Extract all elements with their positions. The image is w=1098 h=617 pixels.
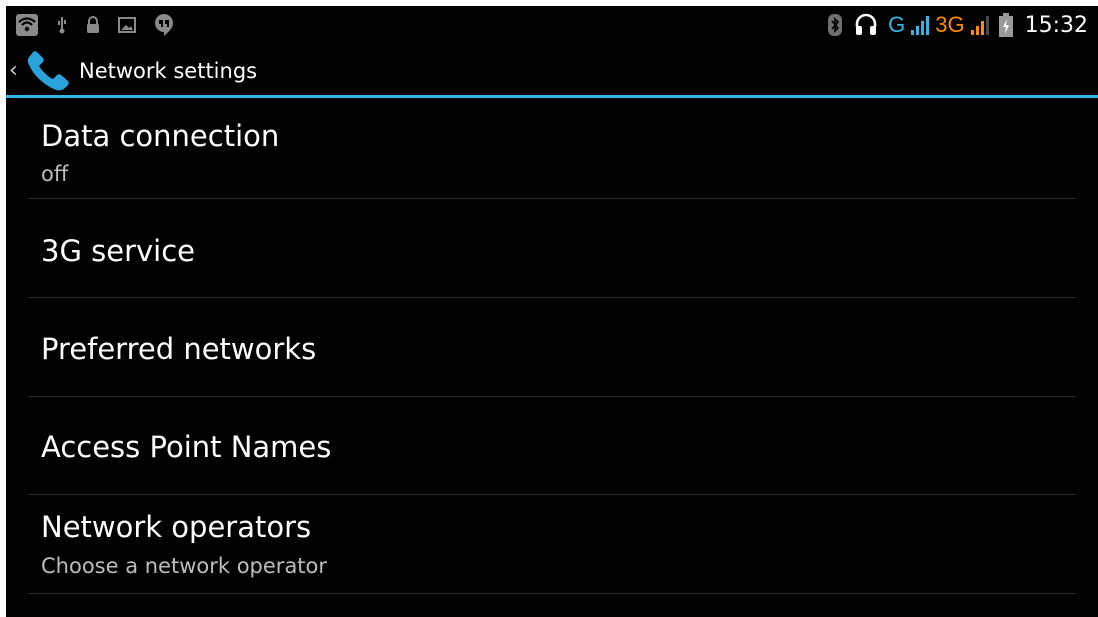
up-caret-icon[interactable]: ‹ [9,60,18,82]
signal-icon [970,14,989,36]
network-type-g: G [888,12,906,37]
image-icon [118,17,136,33]
signal-icon [911,14,930,36]
pref-title: 3G service [41,234,196,268]
wifi-icon [16,14,38,36]
pref-title: Preferred networks [41,332,317,366]
pref-title: Data connection [41,119,280,153]
usb-icon [56,15,68,35]
action-bar: ‹ Network settings [6,44,1098,98]
pref-summary: Choose a network operator [41,554,328,578]
clock: 15:32 [1024,12,1088,38]
lock-icon [86,16,100,34]
phone-icon[interactable] [24,50,72,99]
battery-icon [998,13,1013,37]
network-type-3g: 3G [935,12,965,37]
pref-summary: off [41,162,69,186]
preferred-networks-item[interactable]: Preferred networks [6,298,1098,397]
system-icons: G 3G 15:32 [828,10,1088,40]
status-bar: G 3G 15:32 [6,6,1098,44]
headset-icon [854,13,878,37]
pref-title: Access Point Names [41,430,332,464]
bluetooth-icon [828,14,843,36]
3g-service-item[interactable]: 3G service [6,199,1098,298]
hangouts-icon [154,13,174,37]
divider [28,593,1076,594]
network-operators-item[interactable]: Network operators Choose a network opera… [6,495,1098,594]
data-connection-item[interactable]: Data connection off [6,98,1098,199]
page-title: Network settings [79,59,258,83]
access-point-names-item[interactable]: Access Point Names [6,397,1098,495]
notification-icons [16,12,174,38]
pref-title: Network operators [41,510,312,544]
screen: G 3G 15:32 ‹ Network settings Data conne… [6,6,1098,617]
